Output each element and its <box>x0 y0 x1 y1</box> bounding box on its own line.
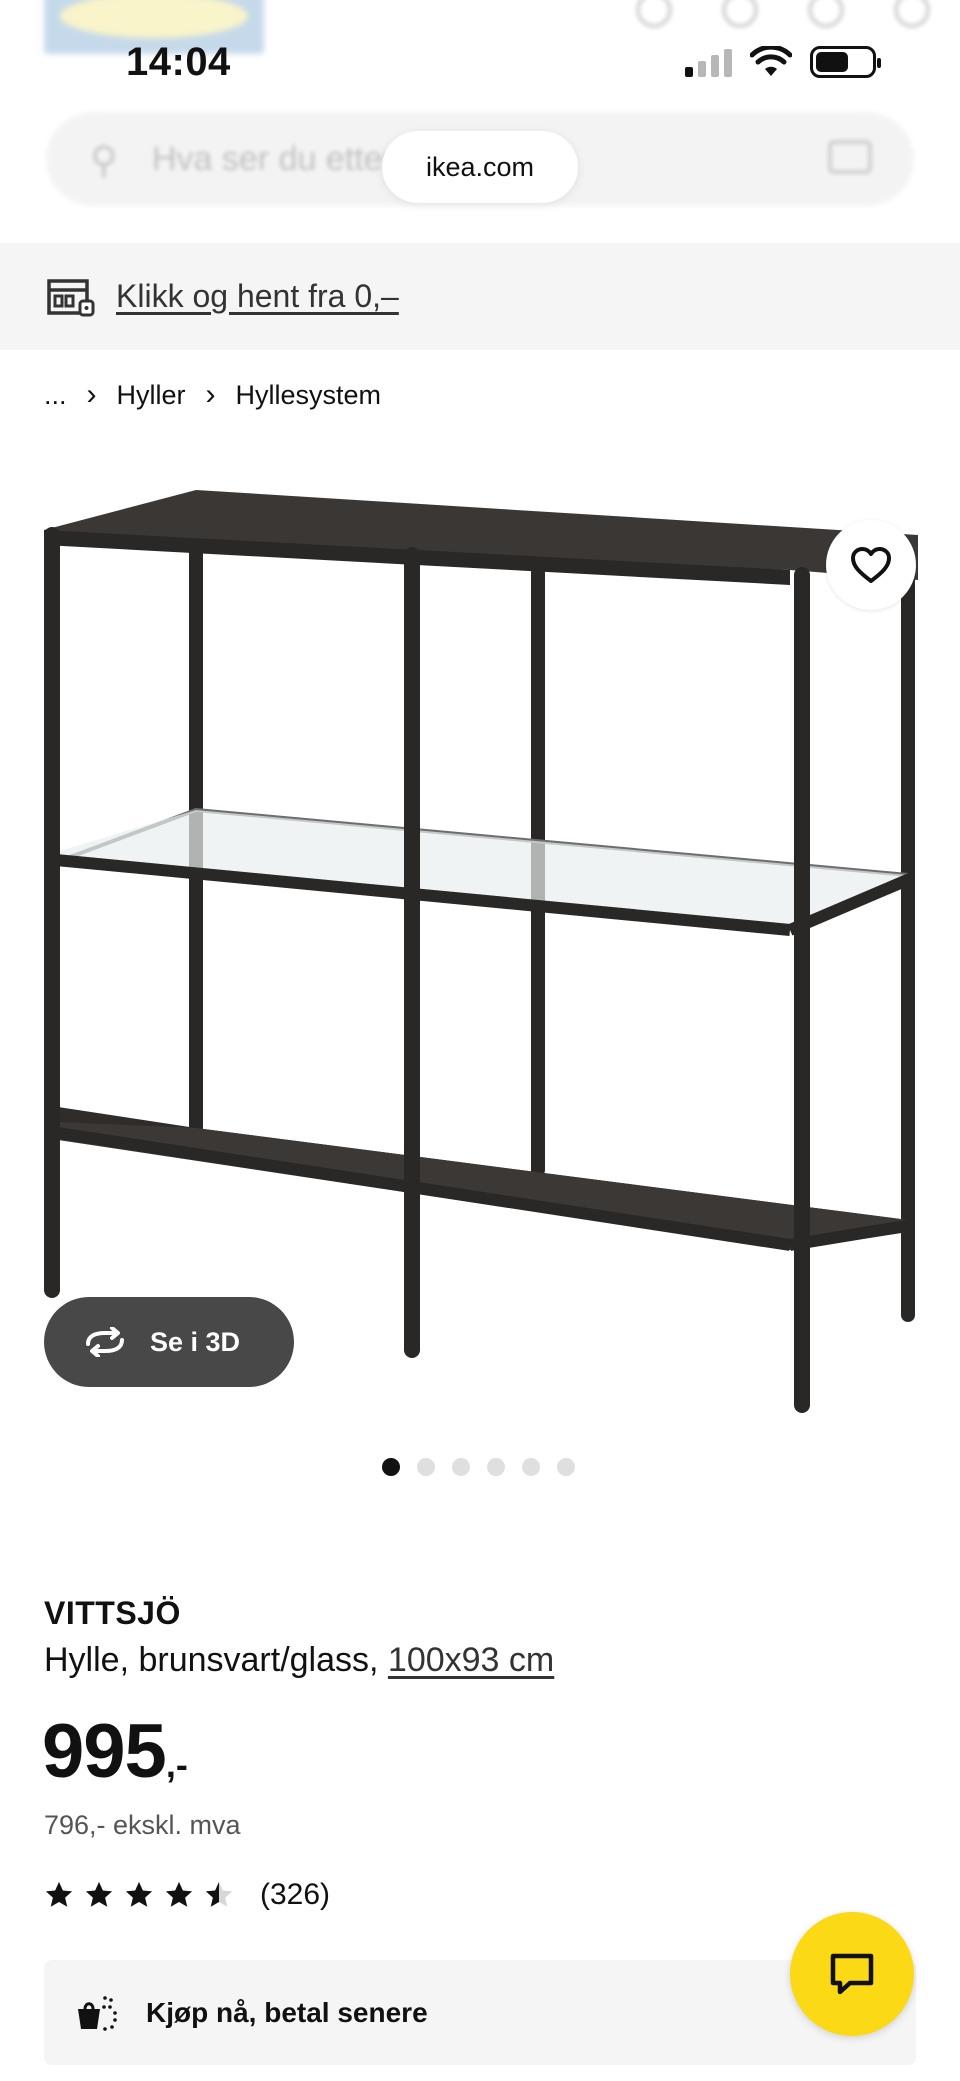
star-half-icon <box>205 1881 233 1907</box>
menu-icon <box>894 0 930 28</box>
price-suffix: ,- <box>165 1744 188 1785</box>
camera-icon[interactable] <box>828 140 872 174</box>
search-placeholder: Hva ser du etter? <box>152 140 413 178</box>
price-integer: 995 <box>42 1709 167 1794</box>
header-icons-blurred <box>636 0 930 28</box>
product-size-link[interactable]: 100x93 cm <box>388 1641 554 1679</box>
breadcrumb: ... › Hyller › Hyllesystem <box>44 378 381 412</box>
view-3d-button[interactable]: Se i 3D <box>44 1297 294 1387</box>
product-name: VITTSJÖ <box>44 1595 181 1631</box>
heart-icon <box>722 0 758 28</box>
buy-now-pay-later-banner[interactable]: Kjøp nå, betal senere <box>44 1960 916 2065</box>
product-rating[interactable]: (326) <box>44 1878 330 1912</box>
rotate-icon <box>86 1327 124 1357</box>
cart-icon <box>808 0 844 28</box>
cellular-signal-icon <box>685 47 732 77</box>
store-pickup-icon <box>47 278 95 316</box>
star-full-icon <box>45 1881 73 1907</box>
star-full-icon <box>125 1881 153 1907</box>
product-type: Hylle, brunsvart/glass, <box>44 1641 379 1679</box>
gallery-dot[interactable] <box>382 1458 400 1476</box>
gallery-dot[interactable] <box>417 1458 435 1476</box>
click-collect-banner[interactable]: Klikk og hent fra 0,– <box>0 243 960 350</box>
gallery-dot[interactable] <box>557 1458 575 1476</box>
user-icon <box>636 0 672 28</box>
gallery-dot[interactable] <box>522 1458 540 1476</box>
browser-url-pill[interactable]: ikea.com <box>382 131 578 203</box>
rating-stars <box>44 1880 234 1910</box>
price-ex-vat: 796,- ekskl. mva <box>44 1810 241 1840</box>
breadcrumb-ellipsis[interactable]: ... <box>44 380 67 411</box>
favorite-button[interactable] <box>826 520 916 610</box>
breadcrumb-item-hyllesystem[interactable]: Hyllesystem <box>236 380 382 411</box>
gallery-dot[interactable] <box>452 1458 470 1476</box>
breadcrumb-item-hyller[interactable]: Hyller <box>117 380 186 411</box>
review-count[interactable]: (326) <box>260 1878 330 1912</box>
product-image[interactable] <box>0 460 960 1440</box>
click-collect-link[interactable]: Klikk og hent fra 0,– <box>116 278 399 315</box>
view-3d-label: Se i 3D <box>150 1326 241 1357</box>
heart-outline-icon <box>851 547 891 583</box>
wifi-icon <box>750 46 792 76</box>
top-header-area: 14:04 ⚲ Hva ser du etter? ikea.com <box>0 0 960 242</box>
search-icon: ⚲ <box>90 140 118 182</box>
chevron-right-icon: › <box>205 378 216 411</box>
star-full-icon <box>165 1881 193 1907</box>
shopping-bag-icon <box>78 1995 117 2031</box>
product-price: 995 ,- <box>42 1712 188 1792</box>
gallery-pagination <box>382 1458 575 1476</box>
chat-bubble-icon <box>830 1953 874 1995</box>
chat-button[interactable] <box>790 1912 914 2036</box>
status-icons <box>685 46 881 78</box>
bnpl-label: Kjøp nå, betal senere <box>146 1996 428 2028</box>
gallery-dot[interactable] <box>487 1458 505 1476</box>
battery-icon <box>810 46 881 78</box>
status-time: 14:04 <box>126 40 231 84</box>
product-description: Hylle, brunsvart/glass, 100x93 cm <box>44 1641 554 1680</box>
star-full-icon <box>85 1881 113 1907</box>
chevron-right-icon: › <box>86 378 97 411</box>
